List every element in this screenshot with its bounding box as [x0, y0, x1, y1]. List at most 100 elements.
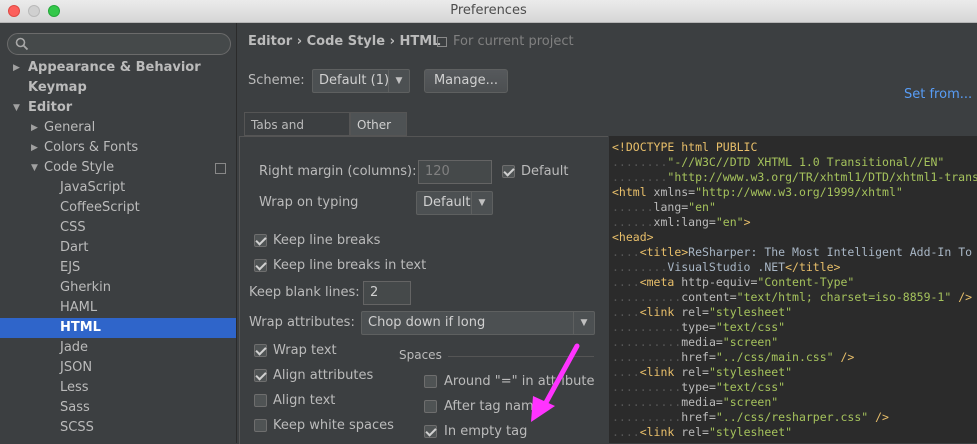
sidebar-item-label: Jade: [60, 340, 89, 355]
code-token: "Content-Type": [757, 275, 855, 289]
sidebar-item-dart[interactable]: Dart: [0, 238, 236, 258]
chevron-down-icon: ▼: [573, 312, 594, 334]
sidebar-item-scss[interactable]: SCSS: [0, 418, 236, 438]
code-token: ..........: [612, 395, 682, 409]
sidebar-item-css[interactable]: CSS: [0, 218, 236, 238]
sidebar-item-gherkin[interactable]: Gherkin: [0, 278, 236, 298]
code-line: ..........href="../css/resharper.css" />: [612, 410, 889, 425]
sidebar-item-code-style[interactable]: ▼ Code Style: [0, 158, 236, 178]
set-from-link[interactable]: Set from...: [904, 87, 972, 102]
code-line: ..........content="text/html; charset=is…: [612, 290, 972, 305]
code-line: ....<link rel="stylesheet": [612, 365, 792, 380]
wrap-text-checkbox[interactable]: [254, 344, 267, 357]
manage-button[interactable]: Manage...: [424, 69, 508, 93]
code-token: media=: [681, 335, 723, 349]
align-text-checkbox[interactable]: [254, 394, 267, 407]
code-token: ..........: [612, 290, 682, 304]
wrap-attributes-value: Chop down if long: [368, 315, 486, 330]
sidebar-item-editor[interactable]: ▼ Editor: [0, 98, 236, 118]
sidebar-item-appearance-behavior[interactable]: ▶ Appearance & Behavior: [0, 58, 236, 78]
code-token: <!DOCTYPE html PUBLIC: [612, 140, 758, 154]
sidebar-item-general[interactable]: ▶ General: [0, 118, 236, 138]
code-token: />: [833, 350, 855, 364]
code-token: <html: [612, 185, 654, 199]
sidebar-item-ejs[interactable]: EJS: [0, 258, 236, 278]
in-empty-tag-label: In empty tag: [444, 424, 528, 439]
sidebar-item-keymap[interactable]: Keymap: [0, 78, 236, 98]
keep-line-breaks-checkbox[interactable]: [254, 234, 267, 247]
code-token: "-//W3C//DTD XHTML 1.0 Transitional//EN": [667, 155, 945, 169]
code-token: />: [951, 290, 973, 304]
keep-blank-lines-label: Keep blank lines:: [249, 285, 360, 300]
code-token: "../css/main.css": [715, 350, 834, 364]
sidebar-item-json[interactable]: JSON: [0, 358, 236, 378]
collapsed-arrow-icon[interactable]: ▶: [13, 58, 20, 78]
sidebar-item-html[interactable]: HTML: [0, 318, 236, 338]
scheme-select[interactable]: Default (1) ▼: [312, 69, 410, 93]
sidebar-item-haml[interactable]: HAML: [0, 298, 236, 318]
code-token: >: [743, 215, 751, 229]
code-token: ......: [612, 215, 654, 229]
tab-tabs-and-indents[interactable]: Tabs and Indents: [244, 112, 350, 156]
sidebar-item-less[interactable]: Less: [0, 378, 236, 398]
project-scope-icon: [215, 163, 226, 174]
tab-other[interactable]: Other: [350, 112, 407, 136]
code-token: "en": [715, 215, 744, 229]
code-token: "en": [688, 200, 716, 214]
sidebar-item-javascript[interactable]: JavaScript: [0, 178, 236, 198]
collapsed-arrow-icon[interactable]: ▶: [31, 138, 38, 158]
code-line: ..........media="screen": [612, 395, 778, 410]
settings-search-input[interactable]: [7, 33, 231, 55]
code-token: href=: [681, 410, 716, 424]
code-token: <meta: [639, 275, 682, 289]
code-line: ..........type="text/css": [612, 380, 785, 395]
keep-blank-lines-field[interactable]: 2: [363, 281, 411, 305]
wrap-text-label: Wrap text: [273, 343, 337, 358]
code-token: <head>: [612, 230, 654, 244]
sidebar-item-coffeescript[interactable]: CoffeeScript: [0, 198, 236, 218]
sidebar-item-label: Colors & Fonts: [44, 140, 139, 155]
sidebar-item-label: Code Style: [44, 160, 115, 175]
code-token: lang=: [653, 200, 689, 214]
keep-line-breaks-label: Keep line breaks: [273, 233, 381, 248]
expanded-arrow-icon[interactable]: ▼: [31, 158, 38, 178]
expanded-arrow-icon[interactable]: ▼: [13, 98, 20, 118]
code-token: rel=: [681, 365, 709, 379]
wrap-attributes-select[interactable]: Chop down if long ▼: [361, 311, 595, 335]
wrap-on-typing-value: Default: [423, 195, 471, 210]
code-token: type=: [681, 380, 716, 394]
in-empty-tag-checkbox[interactable]: [424, 425, 437, 438]
chevron-down-icon: ▼: [471, 192, 492, 214]
right-margin-label: Right margin (columns):: [259, 164, 417, 179]
sidebar-item-sass[interactable]: Sass: [0, 398, 236, 418]
spaces-section-title: Spaces: [399, 348, 442, 362]
wrap-on-typing-select[interactable]: Default ▼: [416, 191, 493, 215]
sidebar-item-label: Appearance & Behavior: [28, 60, 201, 75]
collapsed-arrow-icon[interactable]: ▶: [31, 118, 38, 138]
keep-white-spaces-checkbox[interactable]: [254, 419, 267, 432]
sidebar-item-label: EJS: [60, 260, 81, 275]
after-tag-name-checkbox[interactable]: [424, 400, 437, 413]
sidebar-item-label: HTML: [60, 320, 101, 335]
code-token: ReSharper: The Most Intelligent Add-In T…: [688, 245, 973, 259]
keep-line-breaks-in-text-checkbox[interactable]: [254, 259, 267, 272]
sidebar-item-colors-fonts[interactable]: ▶ Colors & Fonts: [0, 138, 236, 158]
align-attributes-label: Align attributes: [273, 368, 374, 383]
code-token: rel=: [681, 425, 709, 439]
code-token: "stylesheet": [708, 365, 793, 379]
code-token: <link: [639, 365, 682, 379]
code-preview[interactable]: <!DOCTYPE html PUBLIC ........"-//W3C//DT…: [609, 136, 977, 443]
code-token: ........: [612, 155, 668, 169]
code-token: href=: [681, 350, 716, 364]
code-token: media=: [681, 395, 723, 409]
around-equals-checkbox[interactable]: [424, 375, 437, 388]
align-attributes-checkbox[interactable]: [254, 369, 267, 382]
code-line: <head>: [612, 230, 654, 245]
code-token: content=: [681, 290, 737, 304]
right-margin-default-checkbox[interactable]: [502, 165, 515, 178]
code-line: ........"-//W3C//DTD XHTML 1.0 Transitio…: [612, 155, 944, 170]
right-margin-field[interactable]: 120: [418, 160, 492, 184]
scheme-label: Scheme:: [248, 73, 305, 88]
sidebar-item-jade[interactable]: Jade: [0, 338, 236, 358]
sidebar-item-label: Editor: [28, 100, 73, 115]
